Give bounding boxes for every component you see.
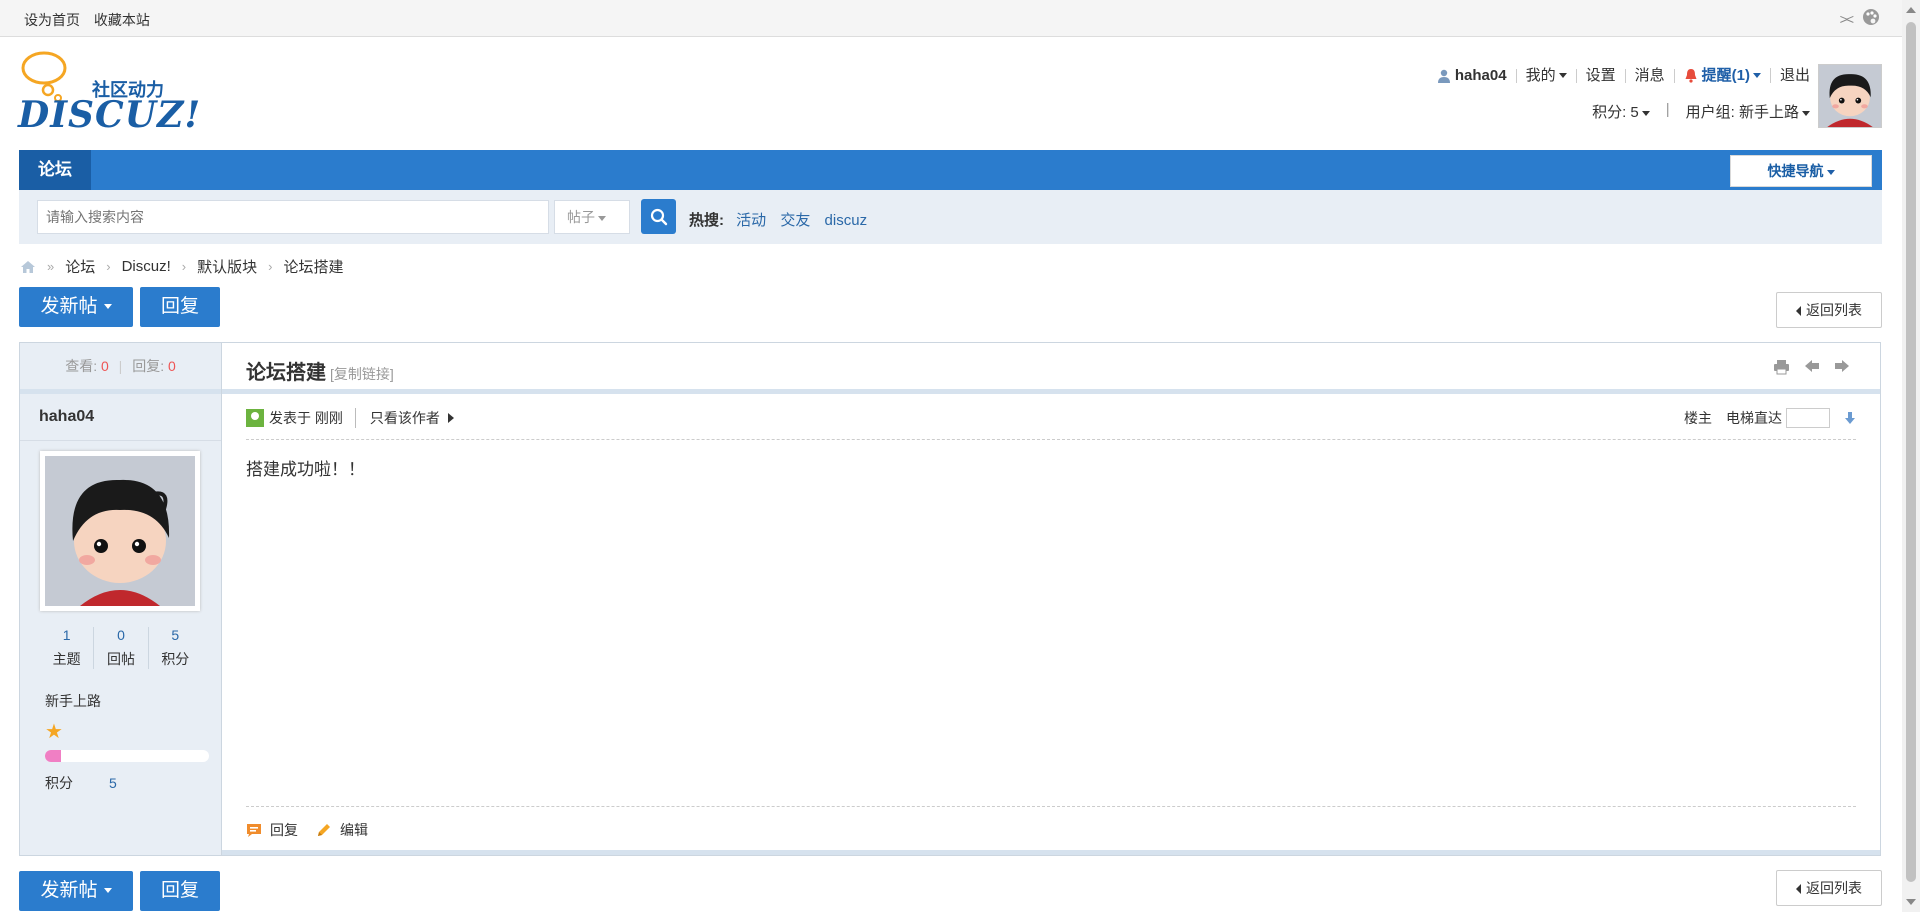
reminders-link[interactable]: 提醒(1) [1675,68,1771,83]
settings-link[interactable]: 设置 [1577,68,1626,83]
floor-label: 楼主 [1684,410,1712,426]
play-icon [447,413,454,423]
author-points-value: 5 [109,775,117,791]
post-content: 论坛搭建 [复制链接] 发表于 刚刚 只看该作者 楼主 电梯直达 搭建成功啦！！… [222,343,1880,855]
search-button[interactable] [641,199,676,234]
main-nav: 论坛 快捷导航 [19,150,1882,190]
replies-count: 0 [167,358,176,374]
header-avatar[interactable] [1818,64,1882,128]
search-bar: 帖子 热搜: 活动 交友 discuz [19,190,1882,244]
credits-label: 积分 [161,651,190,667]
quicknav-button[interactable]: 快捷导航 [1730,155,1872,187]
search-type-select[interactable]: 帖子 [554,200,630,234]
scroll-thumb[interactable] [1906,22,1916,882]
views-count: 0 [100,358,109,374]
comment-icon [247,823,261,837]
hot-search-item[interactable]: discuz [825,212,868,229]
thread-tools [1773,359,1850,375]
scroll-up-icon[interactable] [1906,7,1916,13]
pipe-divider: | [1665,101,1670,118]
set-homepage-link[interactable]: 设为首页 [24,12,80,28]
home-icon[interactable] [20,260,36,274]
copy-link[interactable]: [复制链接] [330,366,394,382]
author-name[interactable]: haha04 [20,394,221,441]
post-actions: 回复 编辑 [246,806,1856,853]
reply-button[interactable]: 回复 [140,287,220,327]
breadcrumb: » 论坛 › Discuz! › 默认版块 › 论坛搭建 [20,256,344,277]
thread-header: 论坛搭建 [复制链接] [222,343,1880,394]
author-avatar[interactable] [40,451,200,611]
bell-icon [1685,69,1697,83]
next-thread-icon[interactable] [1834,359,1850,373]
back-to-list-button[interactable]: 返回列表 [1776,292,1882,328]
new-post-button-bottom[interactable]: 发新帖 [19,871,133,911]
post-bottom-strip [222,850,1880,855]
points-menu[interactable]: 积分: 5 [1582,101,1660,122]
usergroup-menu[interactable]: 用户组: 新手上路 [1676,101,1810,122]
author-counts: 1 主题 0 回帖 5 积分 [40,627,202,669]
search-input[interactable] [37,200,549,234]
thread-title: 论坛搭建 [复制链接] [246,362,394,384]
back-to-list-button-bottom[interactable]: 返回列表 [1776,870,1882,906]
messages-link[interactable]: 消息 [1626,68,1675,83]
hot-search-item[interactable]: 交友 [780,212,810,229]
post-container: 查看: 0 | 回复: 0 haha04 1 主题 0 回帖 5 积分 新手上路… [19,342,1881,856]
post-body: 搭建成功啦！！ [246,460,365,479]
breadcrumb-item[interactable]: Discuz! [122,258,171,275]
thread-stats: 查看: 0 | 回复: 0 [20,343,221,394]
search-icon [650,208,667,225]
only-author-link[interactable]: 只看该作者 [354,408,454,428]
author-sidebar: 查看: 0 | 回复: 0 haha04 1 主题 0 回帖 5 积分 新手上路… [20,343,222,855]
floor-jump-input[interactable] [1786,408,1830,428]
posts-label: 回帖 [106,651,135,667]
credit-progress-bar [45,750,209,762]
credits-count[interactable]: 5 [149,627,202,643]
breadcrumb-separator: › [268,259,273,274]
post-time: 发表于 刚刚 [269,410,343,426]
print-icon[interactable] [1773,359,1790,375]
credit-progress-fill [45,750,62,762]
back-arrow-icon [1796,306,1801,317]
mine-menu[interactable]: 我的 [1517,68,1577,83]
post-reply-button[interactable]: 回复 [246,820,298,840]
reply-button-bottom[interactable]: 回复 [140,871,220,911]
topics-label: 主题 [52,651,81,667]
down-arrow-icon[interactable] [1844,411,1856,425]
new-post-button[interactable]: 发新帖 [19,287,133,327]
breadcrumb-separator: › [181,259,187,274]
post-meta: 发表于 刚刚 只看该作者 楼主 电梯直达 [246,403,1856,440]
breadcrumb-item[interactable]: 论坛搭建 [283,256,343,277]
breadcrumb-separator: › [106,259,111,274]
username-link[interactable]: haha04 [1428,68,1517,83]
star-icon: ★ [45,721,63,743]
breadcrumb-item[interactable]: 论坛 [65,256,95,277]
logout-link[interactable]: 退出 [1771,68,1810,83]
online-status-icon [246,409,264,427]
bookmark-link[interactable]: 收藏本站 [94,12,150,28]
hot-search-item[interactable]: 活动 [736,212,766,229]
top-toolbar: 设为首页 收藏本站 >< [0,0,1902,37]
palette-icon[interactable] [1862,8,1880,29]
author-group[interactable]: 新手上路 [45,691,101,711]
breadcrumb-separator: » [47,259,55,274]
topics-count[interactable]: 1 [40,627,93,643]
elevator-label: 电梯直达 [1726,408,1830,428]
prev-thread-icon[interactable] [1804,359,1820,373]
author-points: 积分 5 [45,775,117,791]
site-logo[interactable]: 社区动力 DISCUZ! [18,50,200,136]
post-edit-button[interactable]: 编辑 [316,820,368,840]
page-scrollbar[interactable] [1902,0,1920,912]
user-icon [1437,69,1450,83]
hot-search-label: 热搜: [689,212,724,229]
pencil-icon [318,824,330,836]
scroll-down-icon[interactable] [1906,899,1916,905]
back-arrow-icon [1796,884,1801,895]
collapse-icon[interactable]: >< [1840,11,1854,27]
logo-brand: DISCUZ! [18,94,202,136]
nav-tab-forum[interactable]: 论坛 [19,150,91,190]
hot-search: 热搜: 活动 交友 discuz [689,209,877,230]
user-info: haha04 我的 设置 消息 提醒(1) 退出 积分: 5 | 用户组: 新手… [1428,68,1810,122]
posts-count[interactable]: 0 [94,627,147,643]
breadcrumb-item[interactable]: 默认版块 [197,256,257,277]
